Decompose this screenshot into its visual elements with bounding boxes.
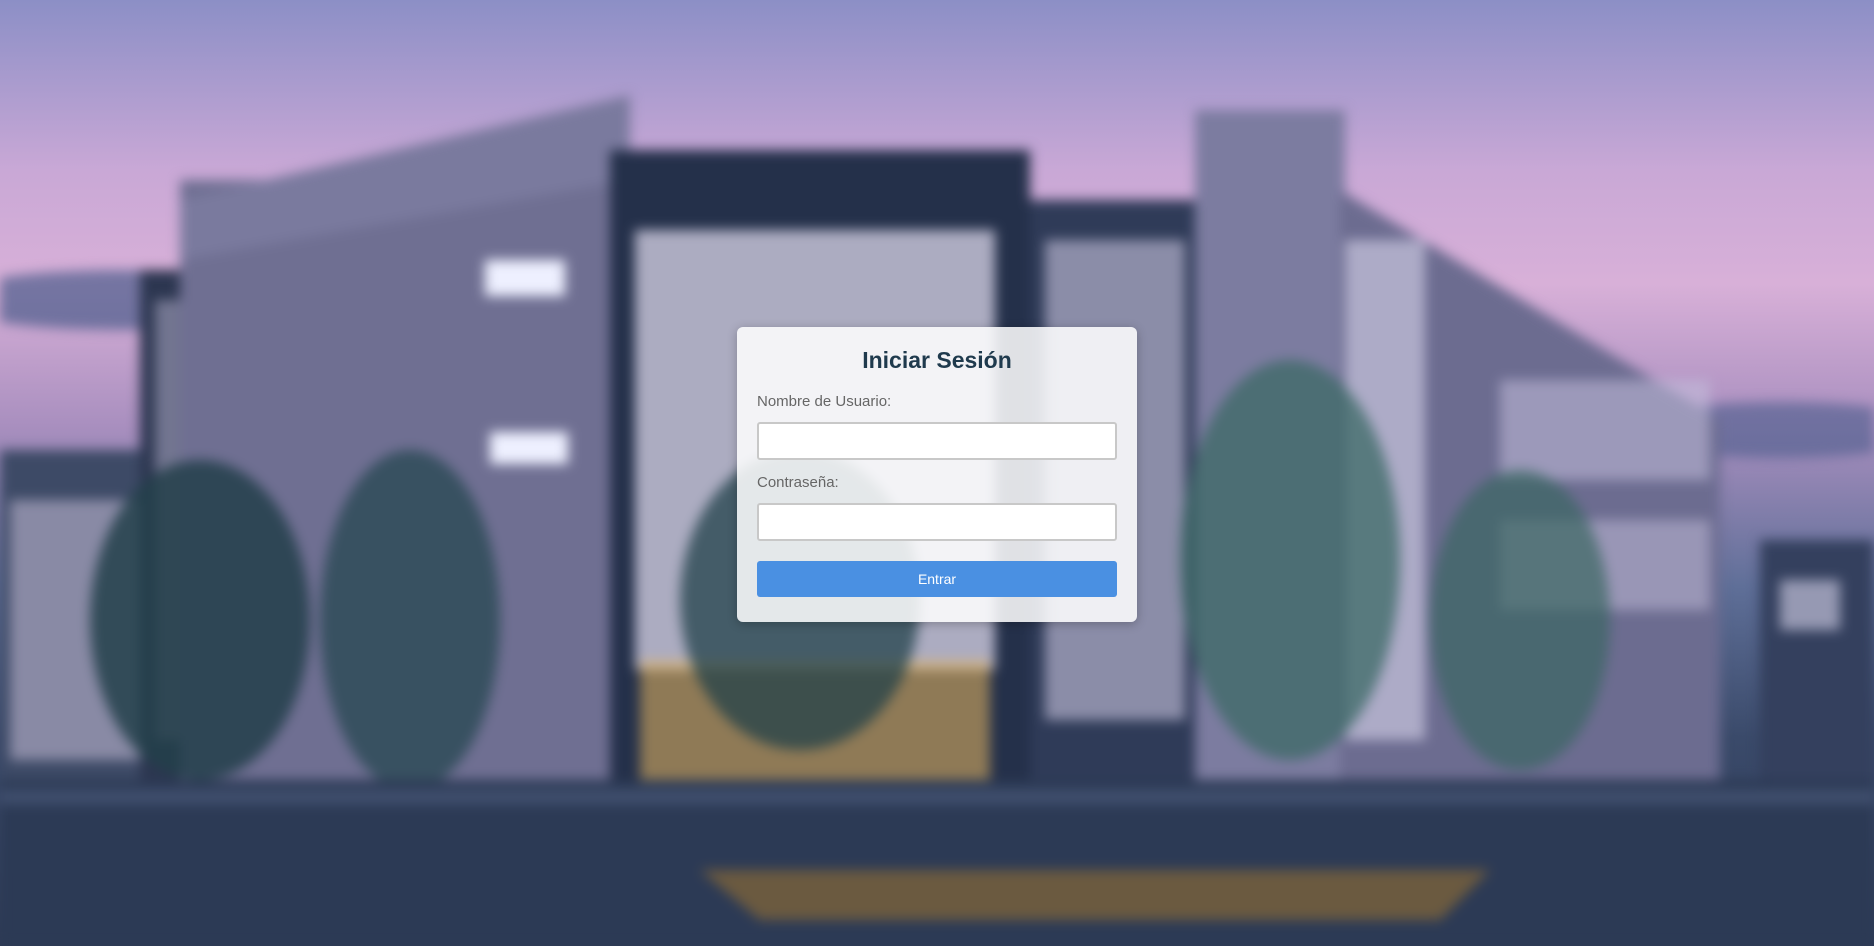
password-input[interactable] bbox=[757, 503, 1117, 541]
login-form: Iniciar Sesión Nombre de Usuario: Contra… bbox=[737, 327, 1137, 622]
login-title: Iniciar Sesión bbox=[862, 347, 1012, 373]
login-submit-button[interactable]: Entrar bbox=[757, 561, 1117, 597]
username-label: Nombre de Usuario: bbox=[757, 393, 892, 410]
username-input[interactable] bbox=[757, 422, 1117, 460]
password-label: Contraseña: bbox=[757, 474, 839, 491]
login-page: Iniciar Sesión Nombre de Usuario: Contra… bbox=[0, 0, 1874, 946]
